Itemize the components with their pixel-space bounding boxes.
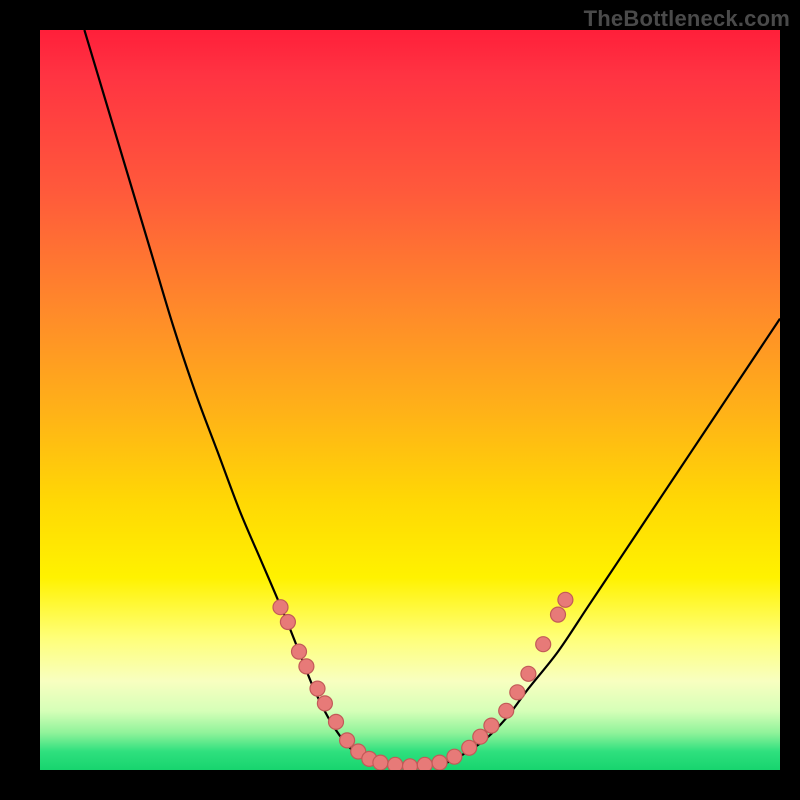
data-point-marker — [521, 666, 536, 681]
data-point-marker — [292, 644, 307, 659]
data-point-marker — [280, 615, 295, 630]
data-point-marker — [299, 659, 314, 674]
data-point-marker — [310, 681, 325, 696]
chart-frame: TheBottleneck.com — [0, 0, 800, 800]
data-point-marker — [447, 749, 462, 764]
data-point-marker — [329, 714, 344, 729]
data-point-marker — [499, 703, 514, 718]
left-branch-curve — [84, 30, 373, 763]
curve-layer — [40, 30, 780, 770]
data-point-marker — [551, 607, 566, 622]
plot-area — [40, 30, 780, 770]
data-point-marker — [510, 685, 525, 700]
data-point-marker — [536, 637, 551, 652]
data-point-marker — [432, 755, 447, 770]
data-point-marker — [273, 600, 288, 615]
data-point-marker — [462, 740, 477, 755]
data-point-marker — [388, 757, 403, 770]
data-point-marker — [484, 718, 499, 733]
data-point-marker — [417, 757, 432, 770]
right-branch-curve — [447, 319, 780, 763]
data-point-marker — [558, 592, 573, 607]
data-point-marker — [403, 759, 418, 770]
data-point-marker — [317, 696, 332, 711]
data-point-marker — [340, 733, 355, 748]
watermark-text: TheBottleneck.com — [584, 6, 790, 32]
marker-group — [273, 592, 573, 770]
data-point-marker — [473, 729, 488, 744]
data-point-marker — [373, 755, 388, 770]
